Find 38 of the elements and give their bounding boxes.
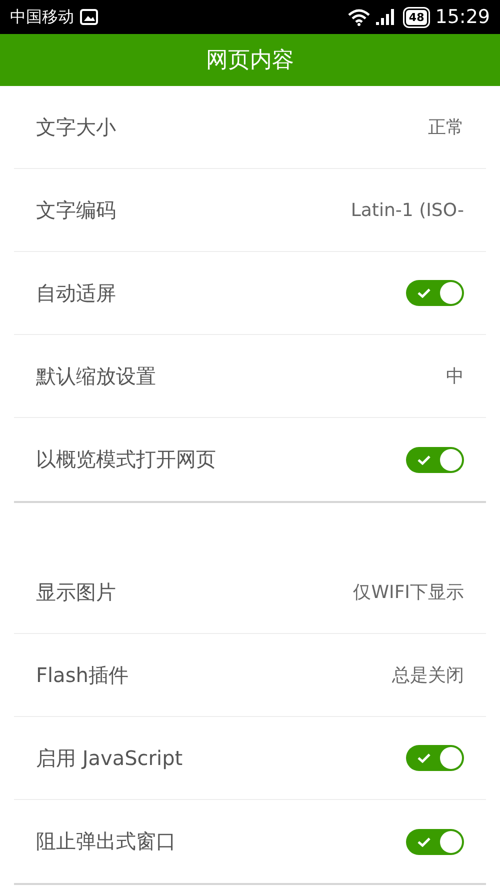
- setting-value: 正常: [428, 116, 464, 139]
- wifi-icon: [348, 8, 370, 26]
- image-icon: [80, 9, 98, 25]
- check-icon: [417, 836, 431, 846]
- setting-label: 文字编码: [36, 196, 116, 224]
- setting-value: 仅WIFI下显示: [353, 581, 464, 604]
- settings-row[interactable]: 文字大小 正常: [14, 86, 486, 169]
- toggle-switch[interactable]: [406, 745, 464, 771]
- setting-label: 显示图片: [36, 578, 116, 606]
- setting-label: 默认缩放设置: [36, 362, 156, 390]
- settings-row[interactable]: 启用 JavaScript: [14, 717, 486, 800]
- check-icon: [417, 454, 431, 464]
- check-icon: [417, 288, 431, 298]
- clock-time: 15:29: [435, 6, 490, 28]
- settings-row[interactable]: 以概览模式打开网页: [14, 418, 486, 501]
- setting-value: 中: [446, 365, 464, 388]
- setting-label: 启用 JavaScript: [36, 744, 183, 772]
- setting-label: 文字大小: [36, 114, 116, 140]
- settings-row[interactable]: 文字编码 Latin-1 (ISO-: [14, 169, 486, 252]
- settings-row[interactable]: 显示图片 仅WIFI下显示: [14, 551, 486, 634]
- carrier-name: 中国移动: [10, 6, 74, 28]
- page-title: 网页内容: [206, 47, 294, 75]
- settings-row[interactable]: Flash插件 总是关闭: [14, 634, 486, 717]
- setting-label: 阻止弹出式窗口: [36, 828, 176, 855]
- setting-label: 以概览模式打开网页: [36, 446, 216, 473]
- setting-value: Latin-1 (ISO-: [350, 200, 464, 220]
- signal-icon: [376, 9, 396, 25]
- settings-row[interactable]: 默认缩放设置 中: [14, 335, 486, 418]
- toggle-switch[interactable]: [406, 446, 464, 472]
- toggle-switch[interactable]: [406, 280, 464, 306]
- setting-label: 自动适屏: [36, 280, 116, 306]
- setting-value: 总是关闭: [392, 664, 464, 687]
- toggle-switch[interactable]: [406, 828, 464, 854]
- setting-label: Flash插件: [36, 662, 128, 688]
- check-icon: [417, 753, 431, 763]
- settings-row[interactable]: 阻止弹出式窗口: [14, 800, 486, 883]
- battery-icon: 48: [406, 10, 428, 24]
- settings-row[interactable]: 自动适屏: [14, 252, 486, 335]
